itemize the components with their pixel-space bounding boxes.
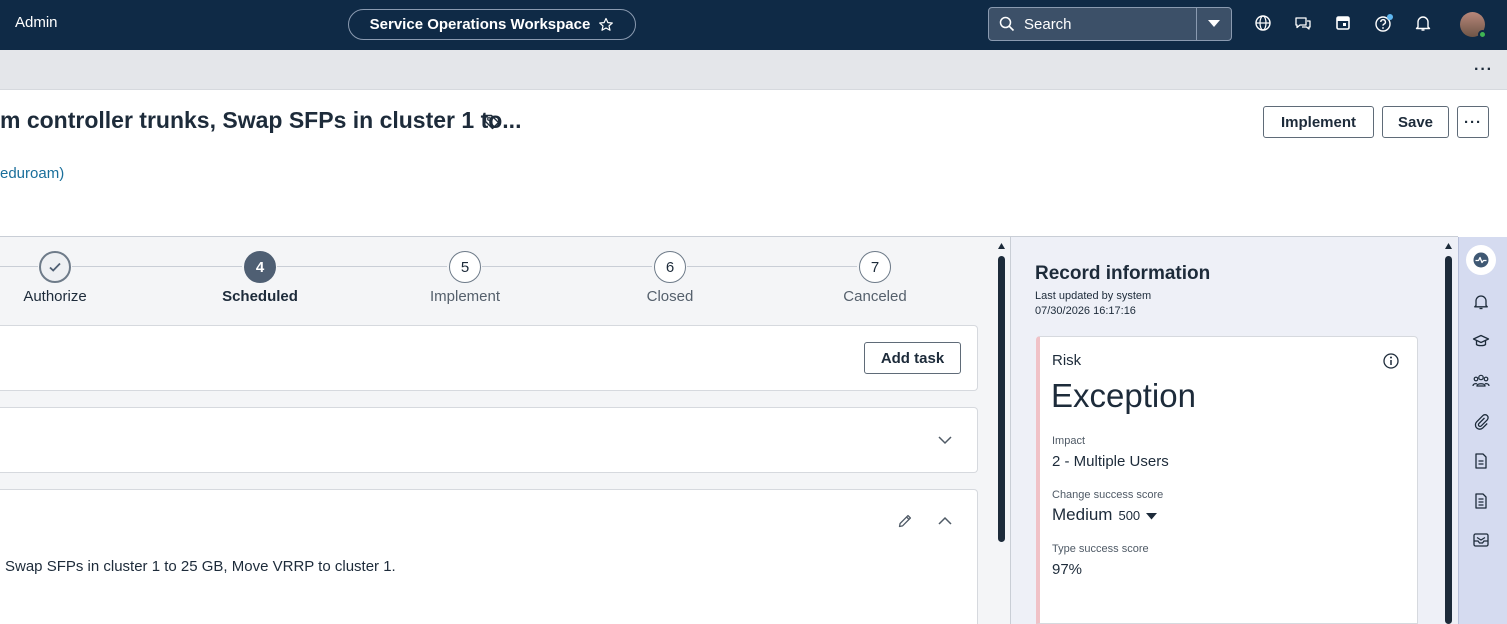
document-icon[interactable] [1472, 452, 1490, 470]
more-tabs-button[interactable]: ··· [1474, 61, 1493, 79]
user-menu-label[interactable]: Admin [15, 14, 58, 31]
info-icon[interactable] [1382, 352, 1400, 370]
step-label-canceled: Canceled [843, 288, 907, 305]
record-subtitle-link[interactable]: eduroam) [0, 165, 64, 182]
stepper-connector [72, 266, 242, 267]
last-updated-by: Last updated by system [1035, 290, 1152, 302]
activity-icon[interactable] [1472, 251, 1490, 269]
help-icon[interactable] [1374, 14, 1394, 34]
workspace-title: Service Operations Workspace [369, 16, 591, 33]
pencil-icon[interactable] [897, 513, 913, 529]
step-implement[interactable]: 5 [449, 251, 481, 283]
step-closed[interactable]: 6 [654, 251, 686, 283]
implement-button[interactable]: Implement [1263, 106, 1374, 138]
bell-icon[interactable] [1472, 293, 1490, 311]
collapsed-section-card[interactable] [0, 407, 978, 473]
record-information-title: Record information [1035, 263, 1211, 284]
search-input[interactable]: Search [989, 8, 1196, 40]
chat-icon[interactable] [1294, 14, 1314, 34]
step-authorize[interactable] [39, 251, 71, 283]
step-canceled[interactable]: 7 [859, 251, 891, 283]
step-label-implement: Implement [429, 288, 501, 305]
save-button[interactable]: Save [1382, 106, 1449, 138]
stepper-connector [0, 266, 38, 267]
search-icon [999, 16, 1015, 32]
document-lines-icon[interactable] [1472, 492, 1490, 510]
main-scrollbar-thumb[interactable] [998, 256, 1005, 542]
step-label-authorize: Authorize [23, 288, 87, 305]
impact-value: 2 - Multiple Users [1052, 453, 1169, 470]
record-title: m controller trunks, Swap SFPs in cluste… [0, 107, 522, 133]
more-actions-button[interactable]: ··· [1457, 106, 1489, 138]
bell-icon[interactable] [1414, 14, 1434, 34]
impact-label: Impact [1052, 435, 1086, 447]
graduation-cap-icon[interactable] [1472, 332, 1490, 350]
chevron-up-icon[interactable] [937, 515, 953, 527]
description-card [0, 489, 978, 624]
global-search[interactable]: Search [988, 7, 1232, 41]
star-icon[interactable] [598, 17, 614, 33]
step-label-closed: Closed [646, 288, 694, 305]
caret-down-icon[interactable] [1146, 512, 1158, 520]
tasks-card [0, 325, 978, 391]
type-success-score-label: Type success score [1052, 543, 1149, 555]
tag-icon[interactable] [483, 113, 501, 131]
search-scope-dropdown[interactable] [1196, 8, 1231, 40]
chevron-down-icon [1208, 20, 1221, 28]
stepper-connector [277, 266, 447, 267]
step-scheduled[interactable]: 4 [244, 251, 276, 283]
tab-bar: ··· [0, 50, 1507, 90]
globe-icon[interactable] [1254, 14, 1274, 34]
panel-scrollbar[interactable] [1444, 242, 1453, 624]
inbox-icon[interactable] [1472, 531, 1490, 549]
panel-scrollbar-thumb[interactable] [1445, 256, 1452, 624]
change-success-score-value: Medium [1052, 505, 1113, 524]
add-task-button[interactable]: Add task [864, 342, 961, 374]
risk-value: Exception [1051, 377, 1196, 414]
top-navigation-bar: Admin Service Operations Workspace Searc… [0, 0, 1507, 50]
main-scrollbar[interactable] [997, 242, 1006, 624]
check-icon [47, 259, 63, 275]
workspace-title-pill[interactable]: Service Operations Workspace [348, 9, 636, 40]
type-success-score-value: 97% [1052, 561, 1083, 578]
stepper-connector [687, 266, 857, 267]
avatar[interactable] [1460, 12, 1487, 39]
calendar-icon[interactable] [1334, 14, 1354, 34]
stepper-connector [482, 266, 652, 267]
change-success-score-label: Change success score [1052, 489, 1164, 501]
change-success-score-number: 500 [1118, 508, 1141, 523]
paperclip-icon[interactable] [1472, 412, 1490, 430]
group-icon[interactable] [1472, 372, 1490, 390]
step-label-scheduled: Scheduled [222, 288, 298, 305]
change-success-score[interactable]: Medium 500 [1052, 505, 1158, 525]
last-updated-at: 07/30/2026 16:17:16 [1035, 305, 1136, 317]
description-text: Swap SFPs in cluster 1 to 25 GB, Move VR… [5, 558, 396, 575]
risk-label: Risk [1052, 352, 1082, 369]
chevron-down-icon[interactable] [937, 434, 953, 446]
presence-indicator [1478, 30, 1487, 39]
search-placeholder: Search [1024, 15, 1072, 33]
